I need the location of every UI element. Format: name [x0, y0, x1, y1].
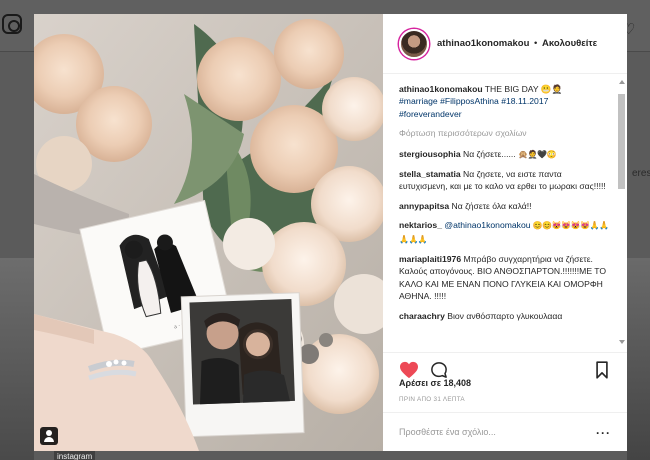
- post-photo[interactable]: a · f: [34, 14, 383, 451]
- comment-username[interactable]: stergiousophia: [399, 149, 461, 159]
- caption-hashtags[interactable]: #marriage #FilipposAthina #18.11.2017: [399, 96, 548, 106]
- caption-hashtags-2[interactable]: #foreverandever: [399, 109, 462, 119]
- comment-mention[interactable]: @athinao1konomakou: [444, 220, 530, 230]
- comment-username[interactable]: mariaplaiti1976: [399, 254, 461, 264]
- comment-item: stergiousophia Να ζήσετε...... 🙊🤵🖤😳: [399, 148, 611, 161]
- comment-icon[interactable]: [430, 361, 448, 379]
- comment-username[interactable]: charaachry: [399, 311, 445, 321]
- background-refresh-text: eresh: [632, 168, 650, 179]
- comment-username[interactable]: stella_stamatia: [399, 169, 461, 179]
- comment-text: Να ζήσετε όλα καλά!!: [451, 200, 532, 211]
- scroll-up-arrow-icon[interactable]: [619, 80, 625, 84]
- background-instagram-label: instagram: [54, 451, 96, 460]
- following-button[interactable]: Ακολουθείτε: [542, 38, 597, 49]
- comment-text: Να ζήσετε......: [463, 148, 519, 159]
- bookmark-icon[interactable]: [595, 361, 609, 379]
- background-image-left: [0, 258, 34, 460]
- add-comment-input[interactable]: [399, 427, 579, 437]
- caption-username[interactable]: athinao1konomakou: [399, 84, 483, 94]
- comments-scrollbar[interactable]: [618, 80, 625, 344]
- comment-item: annypapitsa Να ζήσετε όλα καλά!!: [399, 200, 611, 212]
- post-modal: a · f athinao1konomakou • Ακολουθείτε at…: [34, 14, 627, 451]
- caption-text: THE BIG DAY 😬🤵: [484, 84, 563, 94]
- comment-emoji: 🙊🤵🖤😳: [518, 149, 556, 159]
- load-more-comments-link[interactable]: Φόρτωση περισσότερων σχολίων: [399, 127, 611, 139]
- comment-item: charaachry Βιον ανθόσπαρτο γλυκουλααα: [399, 310, 611, 322]
- post-details-panel: athinao1konomakou • Ακολουθείτε athinao1…: [383, 14, 627, 451]
- post-photo-illustration: a · f: [34, 14, 383, 451]
- comment-item: mariaplaiti1976 Μπράβο συγχαρητήρια να ζ…: [399, 253, 611, 303]
- more-options-icon[interactable]: ···: [596, 427, 611, 439]
- add-comment-section: ···: [383, 412, 627, 451]
- comments-list[interactable]: athinao1konomakou THE BIG DAY 😬🤵 #marria…: [383, 74, 627, 344]
- header-text: athinao1konomakou • Ακολουθείτε: [437, 38, 597, 49]
- post-timestamp: ΠΡΙΝ ΑΠΟ 31 ΛΕΠΤΑ: [399, 396, 465, 403]
- heart-icon[interactable]: [399, 361, 419, 379]
- avatar[interactable]: [399, 28, 429, 59]
- likes-count[interactable]: Αρέσει σε 18,408: [399, 378, 471, 388]
- post-header: athinao1konomakou • Ακολουθείτε: [383, 14, 627, 74]
- header-username[interactable]: athinao1konomakou: [437, 38, 529, 49]
- scrollbar-thumb[interactable]: [618, 94, 625, 189]
- user-tag-icon[interactable]: [40, 427, 58, 445]
- comment-item: nektarios_ @athinao1konomakou 😊😊😻😻😻😻🙏🙏🙏🙏…: [399, 219, 611, 246]
- background-image-right: [627, 258, 650, 460]
- header-separator: •: [534, 38, 538, 49]
- scroll-down-arrow-icon[interactable]: [619, 340, 625, 344]
- caption: athinao1konomakou THE BIG DAY 😬🤵 #marria…: [399, 83, 611, 120]
- comment-text: Βιον ανθόσπαρτο γλυκουλααα: [447, 310, 563, 321]
- comment-username[interactable]: nektarios_: [399, 220, 442, 230]
- instagram-logo-icon: [2, 14, 22, 34]
- comment-username[interactable]: annypapitsa: [399, 201, 449, 211]
- comment-item: stella_stamatia Να ζησετε, να ειστε παντ…: [399, 168, 611, 193]
